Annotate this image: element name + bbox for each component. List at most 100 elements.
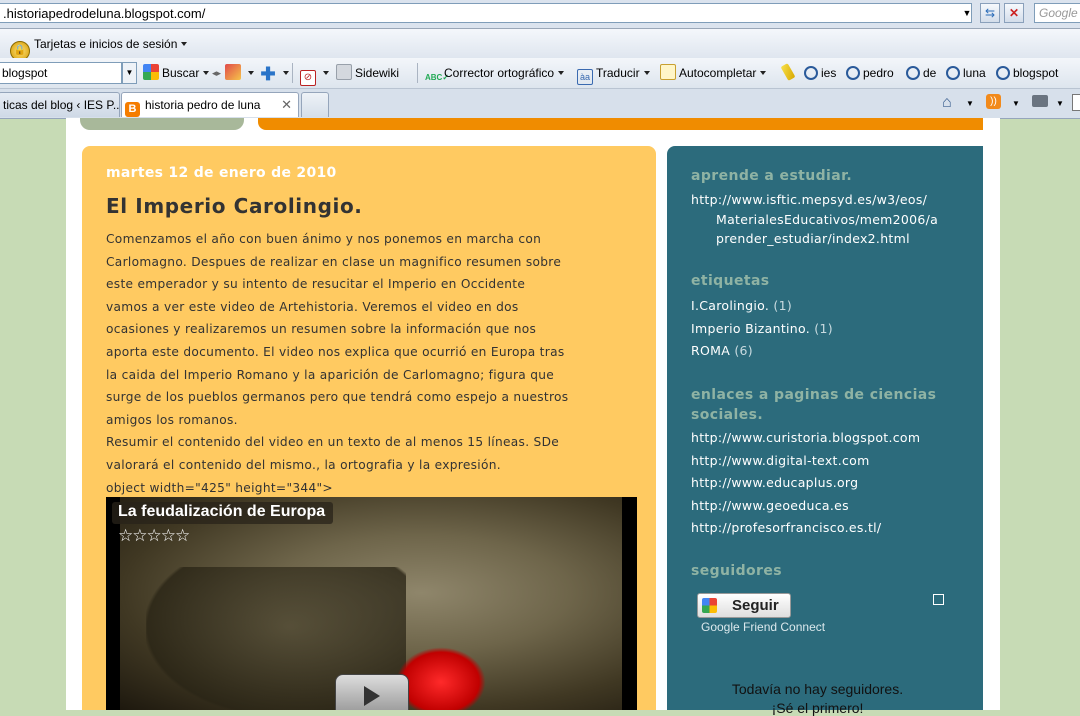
external-link[interactable]: http://www.educaplus.org (691, 472, 920, 495)
label-link[interactable]: ROMA (691, 343, 730, 358)
sidewiki-icon (336, 64, 352, 80)
chevron-down-icon (283, 71, 289, 75)
signin-label: Tarjetas e inicios de sesión (34, 37, 178, 51)
term-label: ies (821, 66, 837, 80)
chevron-down-icon (203, 71, 210, 75)
chevron-down-icon (323, 71, 329, 75)
link-line: prender_estudiar/index2.html (716, 231, 910, 246)
tab-historia-pedro[interactable]: Bhistoria pedro de luna ✕ (121, 92, 299, 117)
home-icon[interactable]: ⌂ (942, 94, 952, 112)
magnifier-icon (906, 66, 920, 80)
sidewiki-button[interactable]: Sidewiki (336, 64, 399, 82)
new-tab-button[interactable] (301, 92, 329, 117)
spellcheck-icon: ABC✓ (425, 73, 450, 82)
chevron-down-icon[interactable]: ▼ (1012, 99, 1020, 108)
post-line: la caida del Imperio Romano y la aparici… (106, 367, 555, 382)
expand-icon[interactable] (933, 594, 944, 605)
toolbar-separator (292, 63, 293, 83)
magnifier-icon (804, 66, 818, 80)
follow-button[interactable]: Seguir (697, 593, 791, 618)
autofill-icon (660, 64, 676, 80)
url-input[interactable]: .historiapedrodeluna.blogspot.com/ (0, 3, 972, 23)
video-player[interactable]: La feudalización de Europa ☆☆☆☆☆ (106, 497, 637, 710)
post-line: vamos a ver este video de Artehistoria. … (106, 299, 519, 314)
aprende-heading: aprende a estudiar. (691, 168, 853, 184)
chevron-down-icon[interactable]: ▼ (966, 99, 974, 108)
chevron-down-icon (643, 71, 650, 75)
signin-button[interactable]: 🔒 Tarjetas e inicios de sesión (10, 34, 188, 61)
magnifier-icon (996, 66, 1010, 80)
external-link[interactable]: http://www.curistoria.blogspot.com (691, 427, 920, 450)
enlaces-list: http://www.curistoria.blogspot.com http:… (691, 427, 920, 540)
video-rating-stars[interactable]: ☆☆☆☆☆ (118, 526, 190, 546)
label-item[interactable]: Imperio Bizantino. (1) (691, 318, 833, 341)
post-line: amigos los romanos. (106, 412, 238, 427)
blogger-icon: B (125, 102, 140, 117)
gfc-label[interactable]: Google Friend Connect (701, 620, 825, 634)
page-menu-icon[interactable] (1072, 94, 1080, 111)
external-link[interactable]: http://www.geoeduca.es (691, 495, 920, 518)
label-count: (1) (773, 298, 793, 313)
term-pedro[interactable]: pedro (846, 64, 894, 82)
bookmark-star-icon (225, 64, 241, 80)
autofill-button[interactable]: Autocompletar (660, 64, 767, 82)
external-link[interactable]: http://www.digital-text.com (691, 450, 920, 473)
translate-button[interactable]: àa Traducir (577, 64, 650, 85)
post-title[interactable]: El Imperio Carolingio. (106, 194, 363, 218)
chevron-down-icon[interactable]: ▼ (1056, 99, 1064, 108)
magnifier-icon (946, 66, 960, 80)
video-title: La feudalización de Europa (118, 503, 326, 520)
be-first-link[interactable]: ¡Sé el primero! (691, 700, 944, 716)
term-label: pedro (863, 66, 894, 80)
url-dropdown-icon[interactable]: ▼ (960, 6, 974, 20)
highlighter-button[interactable] (780, 63, 796, 82)
stop-icon[interactable]: ✕ (1004, 3, 1024, 23)
post-line: aporta este documento. El video nos expl… (106, 344, 565, 359)
play-button[interactable] (335, 674, 409, 710)
term-blogspot[interactable]: blogspot (996, 64, 1058, 82)
label-item[interactable]: I.Carolingio. (1) (691, 295, 833, 318)
popup-blocker-button[interactable]: ⊘ (300, 64, 329, 86)
label-link[interactable]: I.Carolingio. (691, 298, 769, 313)
heading-line: sociales. (691, 407, 764, 423)
link-line: MaterialesEducativos/mem2006/a (716, 211, 939, 227)
aprende-link[interactable]: http://www.isftic.mepsyd.es/w3/eos/ Mate… (691, 190, 971, 249)
address-bar-row: .historiapedrodeluna.blogspot.com/ ▼ ⇆ ✕… (0, 0, 1080, 29)
search-box[interactable]: Google (1034, 3, 1080, 23)
label-count: (6) (734, 343, 753, 358)
post-line: Resumir el contenido del video en un tex… (106, 435, 560, 450)
term-ies[interactable]: ies (804, 64, 836, 82)
toolbar-search-dropdown[interactable]: ▼ (122, 62, 137, 84)
term-label: blogspot (1013, 66, 1059, 80)
print-icon[interactable] (1032, 95, 1048, 107)
label-link[interactable]: Imperio Bizantino. (691, 321, 810, 336)
link-line: http://www.isftic.mepsyd.es/w3/eos/ (691, 192, 928, 207)
header-bar-orange (258, 118, 983, 130)
popup-blocker-icon: ⊘ (300, 70, 316, 86)
term-de[interactable]: de (906, 64, 936, 82)
tab-label: tiсas del blog ‹ IES P... (3, 98, 120, 112)
buscar-label: Buscar (162, 66, 200, 80)
refresh-icon[interactable]: ⇆ (980, 3, 1000, 23)
enlaces-heading: enlaces a paginas de ciencias sociales. (691, 385, 936, 425)
tab-label: historia pedro de luna (145, 98, 261, 112)
followers-empty-text: Todavía no hay seguidores. (731, 681, 904, 697)
toolbar-search-input[interactable]: blogspot (0, 62, 122, 84)
close-tab-icon[interactable]: ✕ (281, 93, 292, 117)
buscar-button[interactable]: Buscar (143, 64, 210, 82)
bookmarks-button[interactable] (225, 64, 254, 82)
tab-ies-stats[interactable]: tiсas del blog ‹ IES P... (0, 92, 120, 117)
external-link[interactable]: http://profesorfrancisco.es.tl/ (691, 517, 920, 540)
label-item[interactable]: ROMA (6) (691, 340, 833, 363)
add-button[interactable]: ✚ (260, 64, 289, 83)
google-g-icon (143, 64, 159, 80)
rss-feed-icon[interactable]: )) (986, 94, 1001, 109)
translate-label: Traducir (596, 66, 640, 80)
label-count: (1) (814, 320, 833, 336)
spellcheck-button[interactable]: ABC✓Corrector ortográfico (425, 64, 565, 82)
autofill-label: Autocompletar (679, 66, 757, 80)
video-title-overlay: La feudalización de Europa (112, 502, 334, 524)
post-line: este emperador y su intento de resucitar… (106, 277, 526, 292)
term-luna[interactable]: luna (946, 64, 986, 82)
follow-label: Seguir (732, 597, 779, 614)
